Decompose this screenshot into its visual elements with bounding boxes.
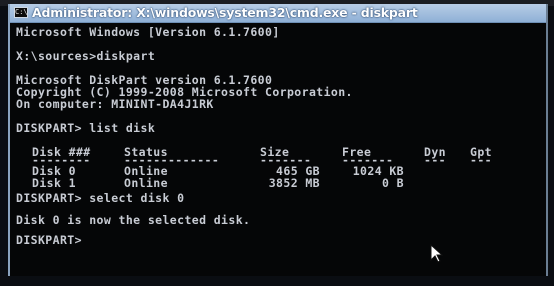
window-title: Administrator: X:\windows\system32\cmd.e…	[32, 5, 418, 20]
command-prompt[interactable]: DISKPART>	[16, 234, 82, 246]
console-output[interactable]: Microsoft Windows [Version 6.1.7600] X:\…	[16, 26, 536, 274]
table-row-disk-1-free: 0 B	[382, 176, 404, 190]
selected-disk-message: Disk 0 is now the selected disk.	[16, 213, 251, 227]
title-bar[interactable]: C:\ Administrator: X:\windows\system32\c…	[10, 4, 546, 23]
column-underline-dyn: ---	[424, 153, 446, 167]
mouse-pointer-icon	[430, 244, 444, 263]
diskpart-command: X:\sources>diskpart	[16, 49, 156, 63]
select-disk-command: DISKPART> select disk 0	[16, 191, 185, 205]
table-row-disk-1-name: Disk 1	[32, 176, 76, 190]
cmd-icon[interactable]: C:\	[14, 7, 28, 18]
cmd-window[interactable]: C:\ Administrator: X:\windows\system32\c…	[8, 4, 548, 276]
computer-name-line: On computer: MININT-DA4J1RK	[16, 97, 214, 111]
table-row-disk-1-status: Online	[124, 176, 168, 190]
version-line: Microsoft Windows [Version 6.1.7600]	[16, 25, 280, 39]
table-row-disk-1-size: 3852 MB	[268, 176, 320, 190]
list-disk-command: DISKPART> list disk	[16, 121, 156, 135]
column-underline-gpt: ---	[470, 153, 492, 167]
